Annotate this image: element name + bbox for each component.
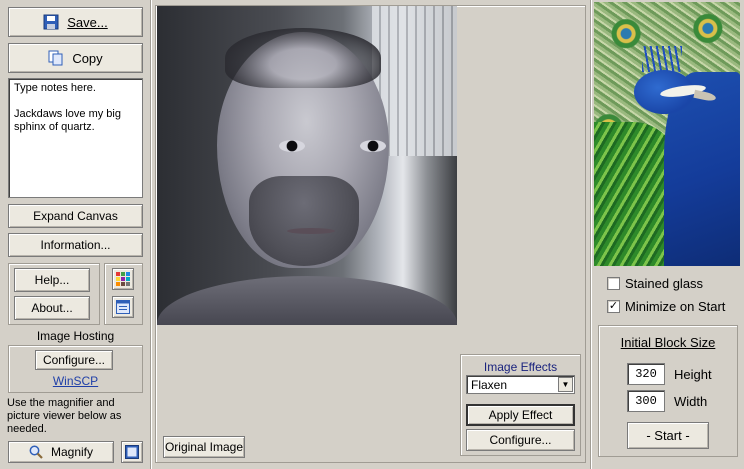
stained-glass-checkbox[interactable] <box>607 277 620 290</box>
picture-viewer-button[interactable] <box>121 441 143 463</box>
information-label: Information... <box>40 238 111 252</box>
help-label: Help... <box>34 273 70 287</box>
magnifier-icon <box>29 445 43 459</box>
help-button[interactable]: Help... <box>14 268 90 292</box>
hosting-configure-button[interactable]: Configure... <box>35 350 113 370</box>
original-image-label: Original Image <box>164 440 244 454</box>
color-grid-button[interactable] <box>112 268 134 290</box>
width-input[interactable]: 300 <box>627 390 665 412</box>
stained-glass-label[interactable]: Stained glass <box>625 276 703 291</box>
width-label: Width <box>674 394 708 409</box>
window-button[interactable] <box>112 296 134 318</box>
effect-select[interactable]: Flaxen ▼ <box>466 375 575 394</box>
magnify-button[interactable]: Magnify <box>8 441 114 463</box>
effect-select-value: Flaxen <box>471 378 508 392</box>
about-button[interactable]: About... <box>14 296 90 320</box>
start-button[interactable]: - Start - <box>627 422 709 449</box>
hosting-configure-label: Configure... <box>42 353 106 367</box>
about-label: About... <box>31 301 73 315</box>
information-button[interactable]: Information... <box>8 233 143 257</box>
minimize-on-start-checkbox[interactable]: ✓ <box>607 300 620 313</box>
notes-textarea[interactable]: Type notes here. Jackdaws love my big sp… <box>8 78 143 198</box>
apply-effect-button[interactable]: Apply Effect <box>466 404 575 426</box>
winscp-link[interactable]: WinSCP <box>8 374 143 388</box>
peacock-preview-image <box>594 2 740 266</box>
magnifier-hint: Use the magnifier and picture viewer bel… <box>7 397 122 435</box>
image-hosting-title: Image Hosting <box>36 329 115 343</box>
expand-canvas-button[interactable]: Expand Canvas <box>8 204 143 228</box>
color-grid-icon <box>116 272 130 286</box>
portrait-photo <box>157 6 457 325</box>
original-image-button[interactable]: Original Image <box>163 436 245 458</box>
effect-configure-label: Configure... <box>489 433 552 447</box>
chevron-down-icon[interactable]: ▼ <box>558 377 573 392</box>
magnify-label: Magnify <box>50 445 94 459</box>
right-divider <box>590 0 592 469</box>
left-divider <box>150 0 152 469</box>
copy-label: Copy <box>72 50 103 66</box>
height-input[interactable]: 320 <box>627 363 665 385</box>
block-size-title: Initial Block Size <box>620 335 716 350</box>
checkmark-icon: ✓ <box>608 300 619 312</box>
expand-canvas-label: Expand Canvas <box>33 209 118 223</box>
save-label: Save... <box>67 14 108 30</box>
height-label: Height <box>674 367 712 382</box>
save-button[interactable]: Save... <box>8 7 143 37</box>
apply-effect-label: Apply Effect <box>488 408 553 422</box>
picture-viewer-icon <box>125 445 139 459</box>
effect-configure-button[interactable]: Configure... <box>466 429 575 451</box>
floppy-disk-icon <box>43 14 59 30</box>
minimize-on-start-label[interactable]: Minimize on Start <box>625 299 725 314</box>
image-effects-title: Image Effects <box>483 360 558 374</box>
copy-button[interactable]: Copy <box>8 43 143 73</box>
window-icon <box>116 300 130 314</box>
start-label: - Start - <box>646 428 690 443</box>
copy-icon <box>48 50 64 66</box>
